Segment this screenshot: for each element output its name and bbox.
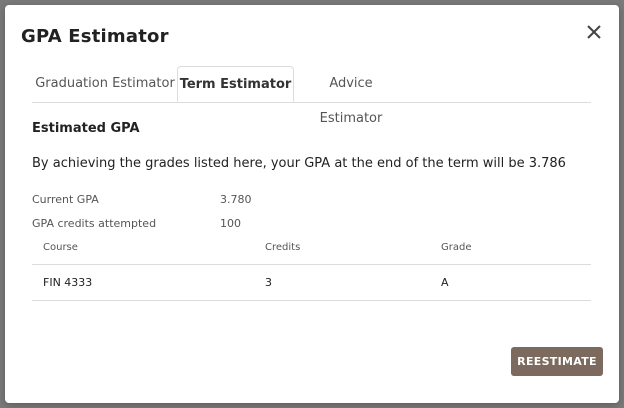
credits-attempted-label: GPA credits attempted <box>32 217 157 230</box>
current-gpa-value: 3.780 <box>220 193 252 206</box>
close-icon[interactable] <box>585 23 603 41</box>
credits-attempted-value: 100 <box>220 217 241 230</box>
section-title: Estimated GPA <box>32 121 140 136</box>
header-grade: Grade <box>441 242 472 253</box>
course-cell: FIN 4333 <box>43 276 93 289</box>
header-credits: Credits <box>265 242 301 253</box>
gpa-estimator-dialog: GPA Estimator Graduation Estimator Term … <box>5 5 619 403</box>
table-header: Course Credits Grade <box>32 238 591 265</box>
tab-term-estimator[interactable]: Term Estimator <box>177 66 294 102</box>
grade-cell: A <box>441 276 449 289</box>
course-table: Course Credits Grade FIN 4333 3 A <box>32 238 591 301</box>
estimator-tabs: Graduation Estimator Term Estimator Advi… <box>32 66 591 126</box>
gpa-summary: By achieving the grades listed here, you… <box>32 156 566 171</box>
dialog-title: GPA Estimator <box>21 26 169 47</box>
table-row: FIN 4333 3 A <box>32 265 591 301</box>
tab-advice-estimator[interactable]: Advice Estimator <box>296 66 406 126</box>
reestimate-button[interactable]: REESTIMATE <box>511 347 603 376</box>
header-course: Course <box>43 242 78 253</box>
credits-cell: 3 <box>265 276 272 289</box>
tab-graduation-estimator[interactable]: Graduation Estimator <box>32 66 178 101</box>
current-gpa-label: Current GPA <box>32 193 99 206</box>
